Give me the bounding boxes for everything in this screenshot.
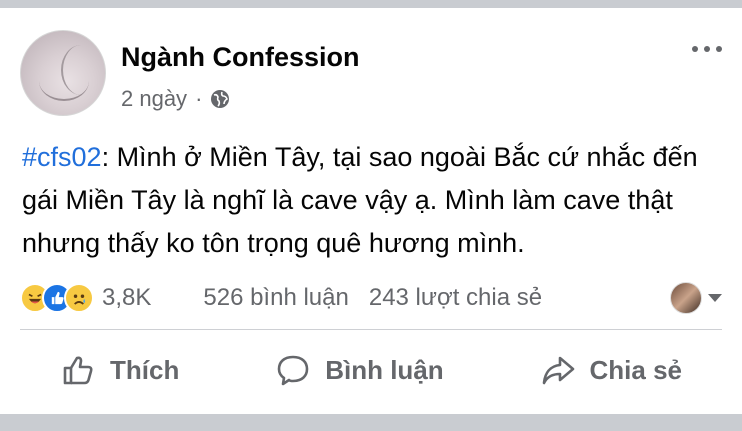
- feed-gap-bottom: [0, 414, 742, 431]
- post-text: #cfs02: Mình ở Miền Tây, tại sao ngoài B…: [22, 136, 734, 265]
- post-author-name[interactable]: Ngành Confession: [121, 42, 360, 73]
- comment-label: Bình luận: [325, 354, 444, 385]
- viewer-avatar-selector[interactable]: [670, 282, 722, 314]
- comment-icon: [277, 355, 309, 386]
- divider: [20, 329, 722, 330]
- post-body: : Mình ở Miền Tây, tại sao ngoài Bắc cứ …: [22, 142, 698, 258]
- share-icon: [542, 356, 574, 385]
- page-avatar[interactable]: [20, 30, 106, 116]
- reactions-summary[interactable]: [20, 283, 94, 313]
- meta-separator: ·: [195, 86, 203, 111]
- post-hashtag[interactable]: #cfs02: [22, 142, 102, 172]
- feed-gap-top: [0, 0, 742, 8]
- post-actions: Thích Bình luận Chia sẻ: [20, 338, 722, 402]
- post-stats-bar: 3,8K 526 bình luận 243 lượt chia sẻ: [20, 276, 722, 320]
- post-card: Ngành Confession 2 ngày · #cfs02: Mình ở…: [0, 8, 742, 414]
- like-label: Thích: [110, 354, 180, 385]
- comment-count[interactable]: 526 bình luận: [203, 284, 348, 312]
- thumbs-up-icon: [63, 356, 93, 385]
- globe-icon[interactable]: [210, 89, 230, 109]
- share-button[interactable]: Chia sẻ: [500, 352, 723, 388]
- like-button[interactable]: Thích: [20, 352, 219, 388]
- share-label: Chia sẻ: [589, 354, 683, 385]
- share-count[interactable]: 243 lượt chia sẻ: [369, 284, 542, 312]
- more-options-icon[interactable]: [692, 42, 722, 56]
- viewer-avatar: [670, 282, 702, 314]
- reaction-count[interactable]: 3,8K: [102, 284, 151, 312]
- sad-reaction-icon: [64, 283, 94, 313]
- chevron-down-icon: [708, 294, 722, 302]
- post-timestamp[interactable]: 2 ngày: [121, 86, 187, 112]
- post-meta: 2 ngày ·: [121, 86, 230, 112]
- comment-button[interactable]: Bình luận: [235, 352, 483, 388]
